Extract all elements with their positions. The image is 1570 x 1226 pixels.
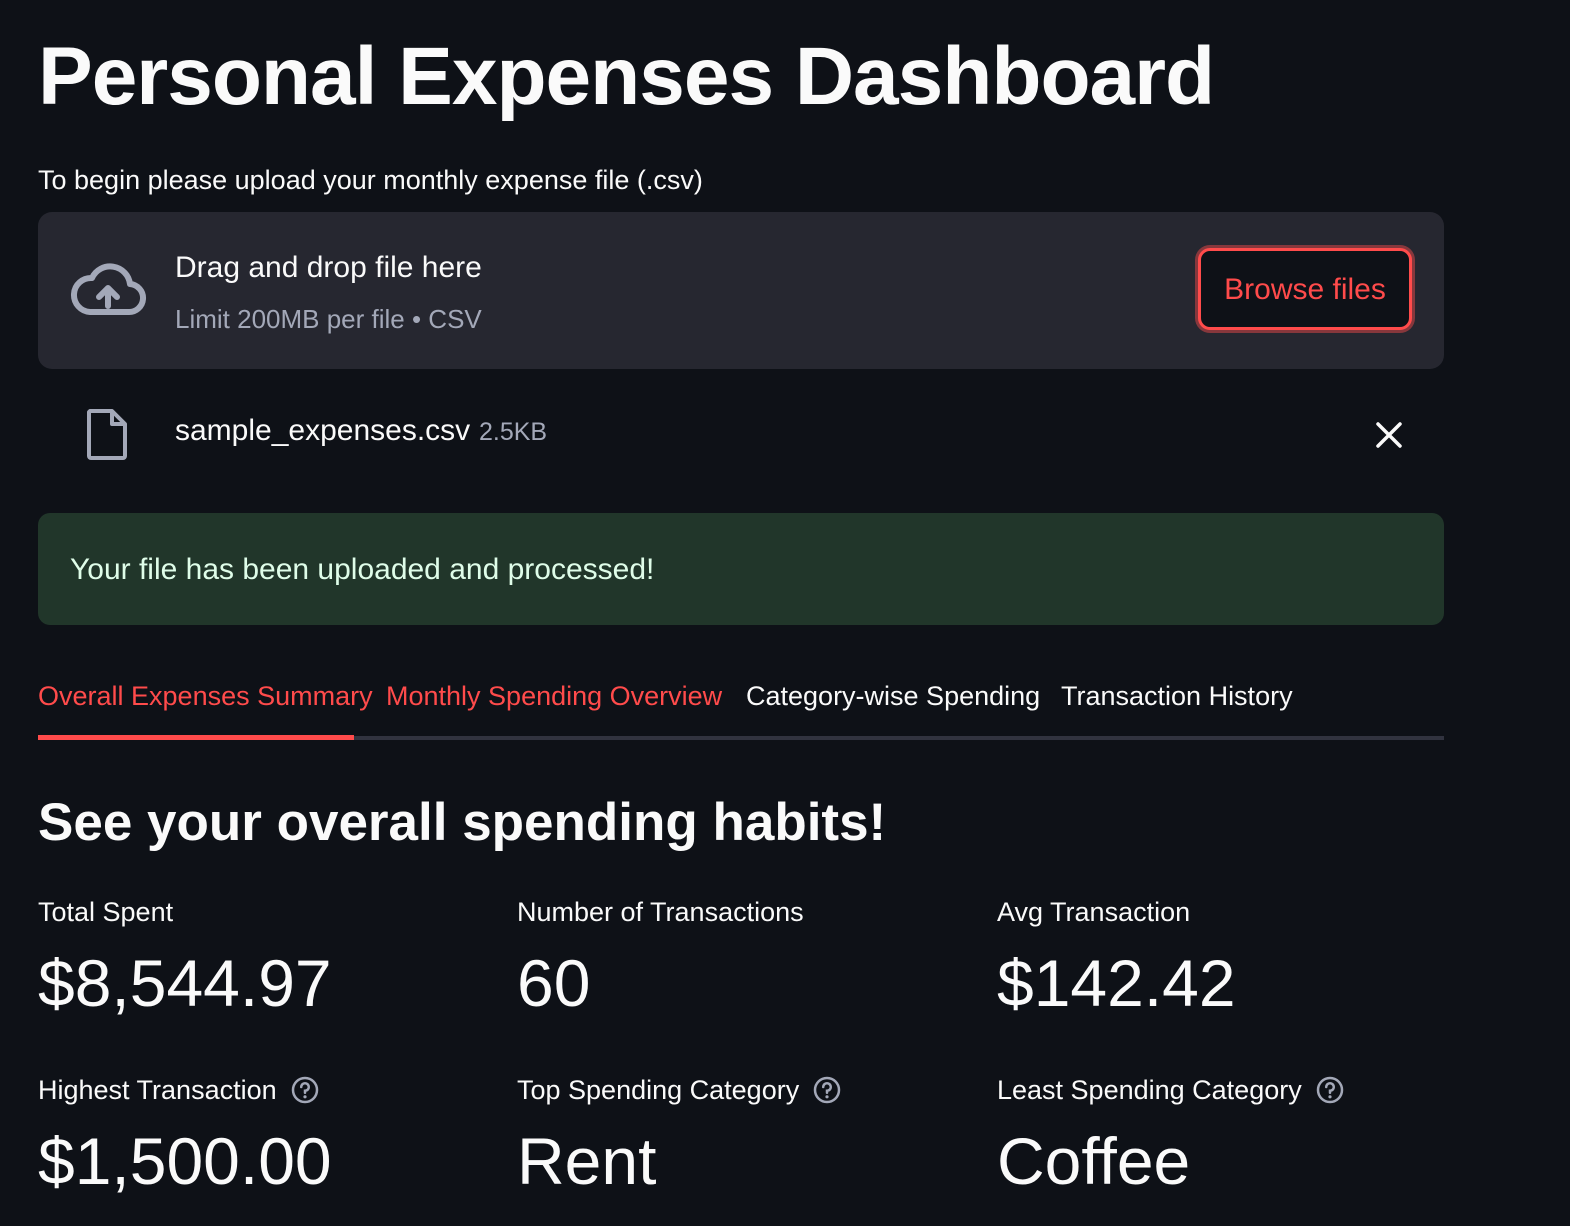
page-title: Personal Expenses Dashboard (38, 31, 1215, 122)
tab-monthly-spending-overview[interactable]: Monthly Spending Overview (386, 677, 722, 715)
tab-bar: Overall Expenses Summary Monthly Spendin… (38, 660, 1444, 741)
section-heading: See your overall spending habits! (38, 793, 887, 852)
active-tab-indicator (38, 735, 354, 740)
tab-transaction-history[interactable]: Transaction History (1061, 677, 1293, 715)
metric-value: 60 (517, 946, 591, 1020)
help-icon[interactable] (1316, 1076, 1344, 1104)
tab-category-wise-spending[interactable]: Category-wise Spending (746, 677, 1040, 715)
success-alert: Your file has been uploaded and processe… (38, 513, 1444, 625)
metric-value: $8,544.97 (38, 946, 332, 1020)
metric-label-row: Highest Transaction (38, 1072, 319, 1108)
file-dropzone[interactable]: Drag and drop file here Limit 200MB per … (38, 212, 1444, 369)
cloud-upload-icon (71, 263, 147, 316)
dropzone-instruction: Drag and drop file here (175, 251, 482, 284)
metric-label-row: Least Spending Category (997, 1072, 1344, 1108)
metric-label: Least Spending Category (997, 1075, 1302, 1105)
uploaded-file-row: sample_expenses.csv 2.5KB (38, 392, 1444, 476)
metric-label: Top Spending Category (517, 1075, 800, 1105)
help-icon[interactable] (813, 1076, 841, 1104)
dropzone-limit-text: Limit 200MB per file • CSV (175, 304, 482, 334)
metric-label: Highest Transaction (38, 1075, 277, 1105)
metric-label-row: Top Spending Category (517, 1072, 841, 1108)
upload-label: To begin please upload your monthly expe… (38, 165, 703, 195)
uploaded-file-size: 2.5KB (479, 418, 548, 446)
metric-label: Number of Transactions (517, 897, 804, 927)
uploaded-file-name: sample_expenses.csv (175, 414, 471, 447)
metric-value: $142.42 (997, 946, 1236, 1020)
tab-overall-expenses-summary[interactable]: Overall Expenses Summary (38, 677, 373, 715)
close-icon[interactable] (1368, 414, 1410, 456)
help-icon[interactable] (291, 1076, 319, 1104)
metric-value: Rent (517, 1124, 657, 1198)
metric-value: Coffee (997, 1124, 1191, 1198)
file-icon (87, 409, 127, 460)
app-page: Personal Expenses Dashboard To begin ple… (0, 0, 1570, 1226)
metric-label: Total Spent (38, 897, 174, 927)
success-message: Your file has been uploaded and processe… (70, 553, 655, 586)
browse-files-button[interactable]: Browse files (1198, 248, 1412, 330)
metric-value: $1,500.00 (38, 1124, 332, 1198)
metric-label: Avg Transaction (997, 897, 1191, 927)
